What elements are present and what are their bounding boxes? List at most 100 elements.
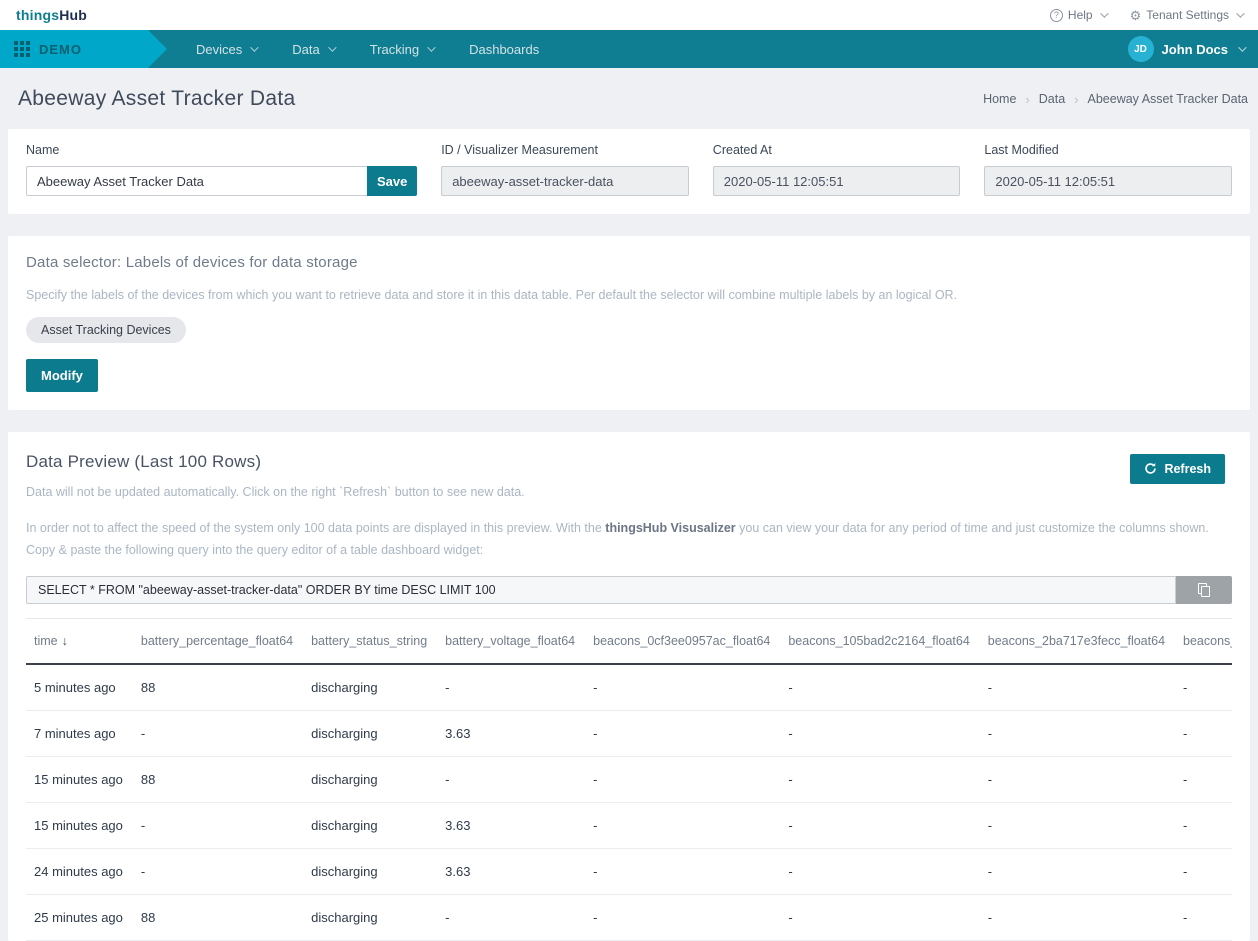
breadcrumb-separator: › xyxy=(1025,92,1029,107)
details-card: Name Save ID / Visualizer Measurement Cr… xyxy=(8,129,1250,214)
table-cell: - xyxy=(593,848,788,894)
table-cell: 88 xyxy=(141,756,311,802)
table-cell: 15 minutes ago xyxy=(26,802,141,848)
column-header-label: beacons_2ba717e3fecc_float64 xyxy=(988,634,1165,648)
column-header-label: battery_status_string xyxy=(311,634,427,648)
table-cell: discharging xyxy=(311,894,445,940)
column-header-battery_voltage_float64[interactable]: battery_voltage_float64 xyxy=(445,618,593,664)
table-cell: discharging xyxy=(311,802,445,848)
table-cell: 3.63 xyxy=(445,710,593,756)
device-label-chips: Asset Tracking Devices xyxy=(26,317,1232,343)
table-cell: - xyxy=(1183,756,1232,802)
nav-item-data[interactable]: Data xyxy=(292,42,333,57)
table-row: 15 minutes ago88discharging------ xyxy=(26,756,1232,802)
save-button[interactable]: Save xyxy=(367,166,417,196)
breadcrumb-item[interactable]: Data xyxy=(1039,92,1065,106)
chevron-down-icon xyxy=(427,43,435,51)
table-cell: - xyxy=(988,664,1183,711)
table-cell: - xyxy=(593,710,788,756)
data-selector-description: Specify the labels of the devices from w… xyxy=(26,285,1232,307)
column-header-beacons_2ba717e3fecc_float64[interactable]: beacons_2ba717e3fecc_float64 xyxy=(988,618,1183,664)
table-cell: 25 minutes ago xyxy=(26,894,141,940)
table-cell: - xyxy=(788,664,987,711)
column-header-beacons_0cf3ee0957ac_float64[interactable]: beacons_0cf3ee0957ac_float64 xyxy=(593,618,788,664)
page-title: Abeeway Asset Tracker Data xyxy=(18,87,295,111)
table-cell: - xyxy=(988,894,1183,940)
table-cell: - xyxy=(593,664,788,711)
nav-items: Devices Data Tracking Dashboards xyxy=(196,42,539,57)
preview-note-2: In order not to affect the speed of the … xyxy=(26,518,1221,562)
data-preview-table: time↓battery_percentage_float64battery_s… xyxy=(26,618,1232,941)
refresh-button[interactable]: Refresh xyxy=(1130,454,1225,484)
table-row: 5 minutes ago88discharging------ xyxy=(26,664,1232,711)
table-cell: discharging xyxy=(311,664,445,711)
chevron-down-icon xyxy=(1100,9,1108,17)
refresh-label: Refresh xyxy=(1164,462,1211,476)
id-input xyxy=(441,166,689,196)
table-cell: 3.63 xyxy=(445,848,593,894)
column-header-time[interactable]: time↓ xyxy=(26,618,141,664)
nav-item-label: Dashboards xyxy=(469,42,539,57)
table-cell: - xyxy=(445,664,593,711)
table-cell: - xyxy=(988,710,1183,756)
nav-item-devices[interactable]: Devices xyxy=(196,42,256,57)
created-at-label: Created At xyxy=(713,143,961,157)
sql-query-box[interactable]: SELECT * FROM "abeeway-asset-tracker-dat… xyxy=(26,576,1176,604)
help-label: Help xyxy=(1068,8,1093,22)
table-cell: discharging xyxy=(311,710,445,756)
data-preview-title: Data Preview (Last 100 Rows) xyxy=(26,452,1232,472)
thingshub-logo[interactable]: thingsHub xyxy=(16,7,87,23)
column-header-beacons_331786406590_float64[interactable]: beacons_331786406590_float64 xyxy=(1183,618,1232,664)
last-modified-label: Last Modified xyxy=(984,143,1232,157)
table-cell: - xyxy=(593,894,788,940)
copy-icon xyxy=(1198,583,1210,597)
table-cell: - xyxy=(788,802,987,848)
table-body: 5 minutes ago88discharging------7 minute… xyxy=(26,664,1232,941)
nav-item-label: Tracking xyxy=(370,42,419,57)
table-cell: 88 xyxy=(141,894,311,940)
tenant-settings-menu[interactable]: ⚙ Tenant Settings xyxy=(1130,8,1242,22)
data-selector-title: Data selector: Labels of devices for dat… xyxy=(26,254,1232,271)
table-cell: - xyxy=(1183,664,1232,711)
tenant-switcher[interactable]: DEMO xyxy=(0,30,148,68)
apps-grid-icon xyxy=(14,41,30,57)
table-cell: - xyxy=(1183,710,1232,756)
id-label: ID / Visualizer Measurement xyxy=(441,143,689,157)
user-menu[interactable]: JD John Docs xyxy=(1128,36,1244,62)
modify-button[interactable]: Modify xyxy=(26,359,98,392)
column-header-beacons_105bad2c2164_float64[interactable]: beacons_105bad2c2164_float64 xyxy=(788,618,987,664)
table-cell: - xyxy=(445,894,593,940)
table-cell: - xyxy=(141,802,311,848)
gear-icon: ⚙ xyxy=(1130,9,1142,22)
breadcrumb-separator: › xyxy=(1074,92,1078,107)
table-row: 25 minutes ago88discharging------ xyxy=(26,894,1232,940)
table-cell: 88 xyxy=(141,664,311,711)
last-modified-input xyxy=(984,166,1232,196)
help-icon: ? xyxy=(1050,9,1063,22)
note2-visualizer: thingsHub Visusalizer xyxy=(605,521,735,535)
logo-part-things: things xyxy=(16,7,59,23)
logo-part-hub: Hub xyxy=(59,7,87,23)
table-cell: 15 minutes ago xyxy=(26,756,141,802)
chevron-down-icon xyxy=(1236,9,1244,17)
column-header-battery_percentage_float64[interactable]: battery_percentage_float64 xyxy=(141,618,311,664)
table-cell: - xyxy=(988,848,1183,894)
name-input[interactable] xyxy=(26,166,367,196)
table-cell: 5 minutes ago xyxy=(26,664,141,711)
help-menu[interactable]: ? Help xyxy=(1050,8,1106,22)
breadcrumb-item[interactable]: Home xyxy=(983,92,1016,106)
copy-query-button[interactable] xyxy=(1176,576,1232,604)
table-cell: - xyxy=(788,848,987,894)
data-preview-table-wrap: time↓battery_percentage_float64battery_s… xyxy=(26,618,1232,941)
created-at-input xyxy=(713,166,961,196)
table-cell: 3.63 xyxy=(445,802,593,848)
column-header-label: battery_voltage_float64 xyxy=(445,634,575,648)
table-row: 7 minutes ago-discharging3.63----- xyxy=(26,710,1232,756)
column-header-battery_status_string[interactable]: battery_status_string xyxy=(311,618,445,664)
nav-item-tracking[interactable]: Tracking xyxy=(370,42,433,57)
column-header-label: beacons_105bad2c2164_float64 xyxy=(788,634,969,648)
tenant-settings-label: Tenant Settings xyxy=(1146,8,1229,22)
user-name: John Docs xyxy=(1162,42,1228,57)
table-cell: - xyxy=(593,756,788,802)
nav-item-dashboards[interactable]: Dashboards xyxy=(469,42,539,57)
